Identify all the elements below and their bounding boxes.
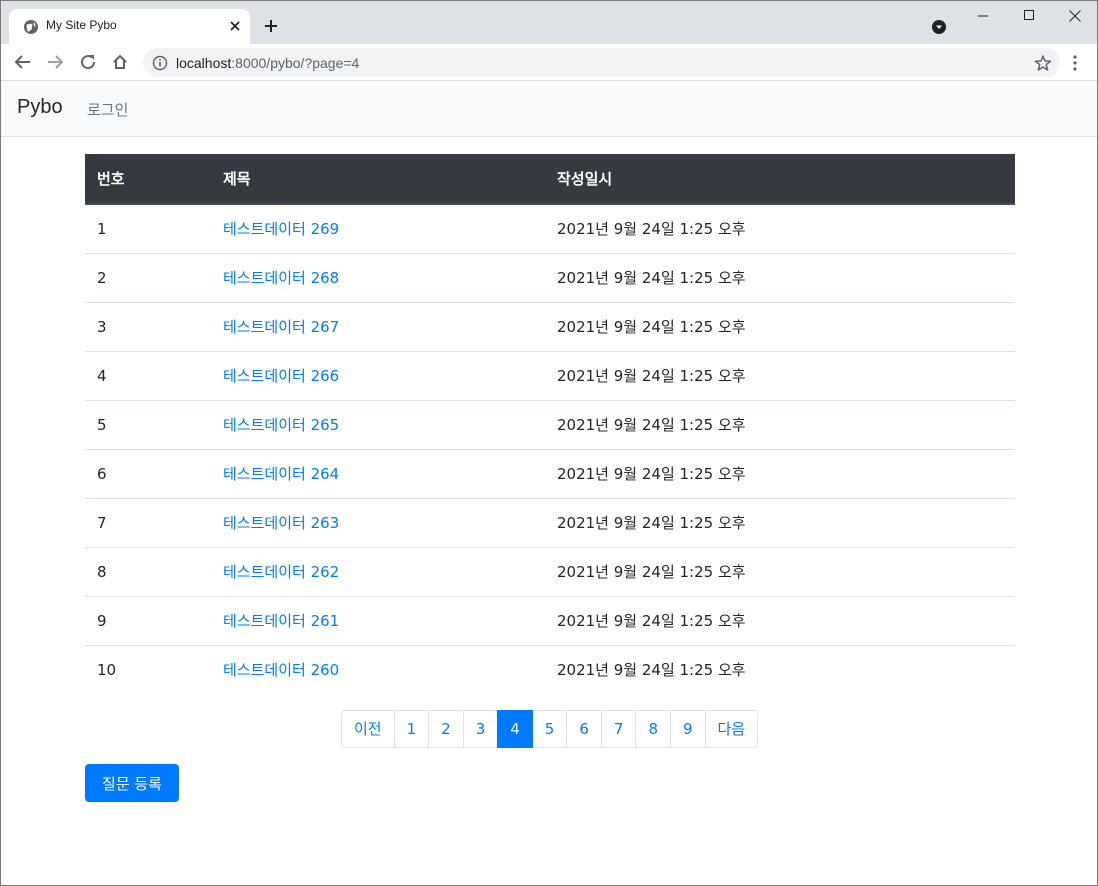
row-title-cell: 테스트데이터 269 xyxy=(211,204,545,253)
row-number: 9 xyxy=(85,595,211,645)
ask-question-button[interactable]: 질문 등록 xyxy=(85,764,179,802)
row-date: 2021년 9월 24일 1:25 오후 xyxy=(557,220,746,239)
row-date: 2021년 9월 24일 1:25 오후 xyxy=(545,497,1015,547)
table-row: 5 테스트데이터 265 2021년 9월 24일 1:25 오후 xyxy=(85,399,1015,449)
table-row: 1 테스트데이터 269 2021년 9월 24일 1:25 오후 xyxy=(85,204,1015,253)
question-table: 번호 제목 작성일시 1 테스트데이터 269 2021년 9월 24일 1:2… xyxy=(85,154,1015,694)
tab-title: My Site Pybo xyxy=(46,18,117,32)
row-number: 3 xyxy=(85,301,211,351)
table-row: 10 테스트데이터 260 2021년 9월 24일 1:25 오후 xyxy=(85,644,1015,694)
row-title-cell: 테스트데이터 260 xyxy=(211,644,545,694)
question-link[interactable]: 테스트데이터 265 xyxy=(223,416,339,434)
row-date: 2021년 9월 24일 1:25 오후 xyxy=(545,301,1015,351)
table-row: 7 테스트데이터 263 2021년 9월 24일 1:25 오후 xyxy=(85,497,1015,547)
row-number: 7 xyxy=(85,497,211,547)
question-link[interactable]: 테스트데이터 263 xyxy=(223,514,339,532)
pagination-page-2[interactable]: 2 xyxy=(428,710,464,748)
globe-icon xyxy=(24,20,38,34)
table-header-row: 번호 제목 작성일시 xyxy=(85,154,1015,205)
row-date: 2021년 9월 24일 1:25 오후 xyxy=(545,350,1015,400)
question-link[interactable]: 테스트데이터 264 xyxy=(223,465,339,483)
pagination-page-3[interactable]: 3 xyxy=(462,710,499,748)
row-number: 1 xyxy=(97,219,107,238)
header-number: 번호 xyxy=(85,154,211,205)
pagination-page-8[interactable]: 8 xyxy=(635,710,671,748)
home-icon[interactable] xyxy=(111,53,129,71)
row-title-cell: 테스트데이터 267 xyxy=(211,301,545,351)
new-tab-icon[interactable] xyxy=(263,18,279,34)
maximize-button[interactable] xyxy=(1007,1,1052,31)
question-link[interactable]: 테스트데이터 268 xyxy=(223,269,339,287)
minimize-icon xyxy=(978,15,988,17)
info-icon[interactable] xyxy=(152,55,168,71)
minimize-button[interactable] xyxy=(961,1,1006,31)
url-text[interactable]: localhost:8000/pybo/?page=4 xyxy=(176,55,359,71)
pagination: 이전 1 2 3 4 5 6 7 8 9 다음 xyxy=(341,710,759,748)
browser-tab-strip: My Site Pybo xyxy=(1,1,1097,44)
row-number: 8 xyxy=(85,546,211,596)
question-link[interactable]: 테스트데이터 260 xyxy=(223,661,339,679)
close-tab-icon[interactable] xyxy=(227,18,243,34)
row-date: 2021년 9월 24일 1:25 오후 xyxy=(545,252,1015,302)
row-number: 4 xyxy=(85,350,211,400)
pagination-next[interactable]: 다음 xyxy=(704,710,759,748)
address-bar[interactable]: localhost:8000/pybo/?page=4 xyxy=(143,48,1060,77)
row-date: 2021년 9월 24일 1:25 오후 xyxy=(545,546,1015,596)
row-number: 10 xyxy=(85,644,211,694)
table-row: 4 테스트데이터 266 2021년 9월 24일 1:25 오후 xyxy=(85,350,1015,400)
row-number: 2 xyxy=(85,252,211,302)
row-date: 2021년 9월 24일 1:25 오후 xyxy=(545,399,1015,449)
pagination-page-7[interactable]: 7 xyxy=(600,710,637,748)
question-link[interactable]: 테스트데이터 267 xyxy=(223,318,339,336)
row-number: 6 xyxy=(85,448,211,498)
back-arrow-icon[interactable] xyxy=(14,53,32,71)
row-title-cell: 테스트데이터 268 xyxy=(211,252,545,302)
row-title-cell: 테스트데이터 266 xyxy=(211,350,545,400)
close-icon xyxy=(1069,10,1081,22)
row-title-cell: 테스트데이터 264 xyxy=(211,448,545,498)
row-title-cell: 테스트데이터 262 xyxy=(211,546,545,596)
question-link[interactable]: 테스트데이터 269 xyxy=(223,220,339,238)
pagination-page-9[interactable]: 9 xyxy=(669,710,706,748)
row-date: 2021년 9월 24일 1:25 오후 xyxy=(545,644,1015,694)
pagination-prev[interactable]: 이전 xyxy=(341,710,395,748)
table-row: 6 테스트데이터 264 2021년 9월 24일 1:25 오후 xyxy=(85,448,1015,498)
maximize-icon xyxy=(1024,10,1034,20)
row-title-cell: 테스트데이터 265 xyxy=(211,399,545,449)
row-title-cell: 테스트데이터 261 xyxy=(211,595,545,645)
row-date: 2021년 9월 24일 1:25 오후 xyxy=(545,448,1015,498)
row-number: 5 xyxy=(85,399,211,449)
tab-search-dropdown-icon[interactable] xyxy=(931,19,947,35)
row-title-cell: 테스트데이터 263 xyxy=(211,497,545,547)
login-link[interactable]: 로그인 xyxy=(87,99,128,120)
table-row: 2 테스트데이터 268 2021년 9월 24일 1:25 오후 xyxy=(85,252,1015,302)
reload-icon[interactable] xyxy=(79,53,97,71)
pagination-page-4-current[interactable]: 4 xyxy=(497,710,533,748)
question-link[interactable]: 테스트데이터 261 xyxy=(223,612,339,630)
table-row: 3 테스트데이터 267 2021년 9월 24일 1:25 오후 xyxy=(85,301,1015,351)
forward-arrow-icon[interactable] xyxy=(46,53,64,71)
browser-toolbar: localhost:8000/pybo/?page=4 xyxy=(1,44,1097,81)
question-link[interactable]: 테스트데이터 262 xyxy=(223,563,339,581)
pagination-page-5[interactable]: 5 xyxy=(531,710,568,748)
table-row: 8 테스트데이터 262 2021년 9월 24일 1:25 오후 xyxy=(85,546,1015,596)
browser-tab[interactable]: My Site Pybo xyxy=(9,9,250,44)
header-title: 제목 xyxy=(211,154,545,205)
question-link[interactable]: 테스트데이터 266 xyxy=(223,367,339,385)
pagination-page-6[interactable]: 6 xyxy=(566,710,602,748)
table-row: 9 테스트데이터 261 2021년 9월 24일 1:25 오후 xyxy=(85,595,1015,645)
row-date: 2021년 9월 24일 1:25 오후 xyxy=(545,595,1015,645)
bookmark-star-icon[interactable] xyxy=(1034,54,1052,72)
pagination-page-1[interactable]: 1 xyxy=(393,710,430,748)
close-window-button[interactable] xyxy=(1052,1,1097,31)
brand-link[interactable]: Pybo xyxy=(17,96,63,119)
site-navbar: Pybo 로그인 xyxy=(1,81,1097,137)
kebab-menu-icon[interactable] xyxy=(1067,54,1083,72)
header-date: 작성일시 xyxy=(545,154,1015,205)
